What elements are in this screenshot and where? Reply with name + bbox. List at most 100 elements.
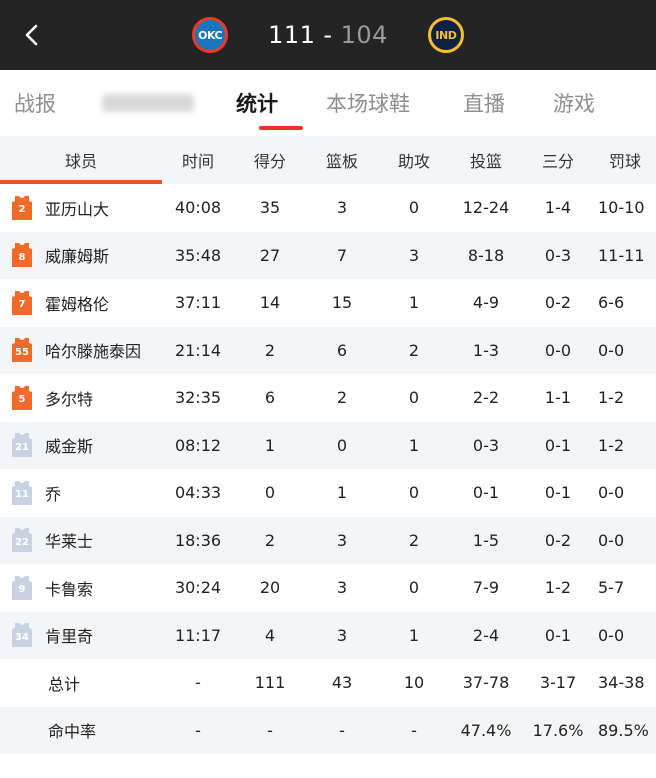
- table-row[interactable]: 55 哈尔滕施泰因 21:14 2 6 2 1-3 0-0 0-0: [0, 326, 656, 374]
- player-time: 30:24: [174, 578, 222, 598]
- player-three-pointers: 1-2: [544, 578, 572, 598]
- player-cell[interactable]: 34 肯里奇: [0, 623, 162, 648]
- table-row[interactable]: 8 威廉姆斯 35:48 27 7 3 8-18 0-3 11-11: [0, 231, 656, 279]
- table-row[interactable]: 9 卡鲁索 30:24 20 3 0 7-9 1-2 5-7: [0, 564, 656, 612]
- player-name[interactable]: 亚历山大: [45, 196, 109, 220]
- tab-blurred-placeholder: [102, 94, 194, 112]
- player-three-pointers: 0-1: [544, 625, 572, 645]
- tab-stats-label: 统计: [236, 92, 278, 116]
- home-team-logo[interactable]: OKC: [192, 17, 229, 53]
- player-three-pointers: 1-4: [544, 198, 572, 218]
- table-row[interactable]: 22 华莱士 18:36 2 3 2 1-5 0-2 0-0: [0, 516, 656, 564]
- totals-time: -: [195, 673, 201, 693]
- header-time[interactable]: 时间: [162, 148, 234, 172]
- player-free-throws: 1-2: [598, 435, 625, 455]
- player-cell[interactable]: 21 威金斯: [0, 433, 162, 458]
- table-row[interactable]: 2 亚历山大 40:08 35 3 0 12-24 1-4 10-10: [0, 184, 656, 232]
- away-team-logo[interactable]: IND: [427, 17, 464, 53]
- player-points: 2: [264, 340, 276, 360]
- jersey-number: 7: [18, 299, 26, 311]
- jersey-number: 5: [18, 394, 26, 406]
- tab-sneakers[interactable]: 本场球鞋: [326, 70, 463, 136]
- player-points: 1: [264, 435, 276, 455]
- player-assists: 0: [408, 578, 420, 598]
- player-rebounds: 6: [336, 340, 348, 360]
- header-field-goals[interactable]: 投篮: [450, 148, 522, 172]
- player-cell[interactable]: 22 华莱士: [0, 528, 162, 553]
- player-field-goals: 1-5: [472, 530, 500, 550]
- player-name[interactable]: 哈尔滕施泰因: [45, 338, 141, 362]
- table-row[interactable]: 11 乔 04:33 0 1 0 0-1 0-1 0-0: [0, 469, 656, 517]
- jersey-number: 8: [18, 251, 26, 263]
- header-assists[interactable]: 助攻: [378, 148, 450, 172]
- player-name[interactable]: 多尔特: [45, 386, 93, 410]
- table-row[interactable]: 21 威金斯 08:12 1 0 1 0-3 0-1 1-2: [0, 421, 656, 469]
- player-assists: 1: [408, 625, 420, 645]
- player-three-pointers: 0-3: [544, 245, 572, 265]
- player-cell[interactable]: 55 哈尔滕施泰因: [0, 338, 162, 363]
- percentage-row: 命中率 - - - - 47.4% 17.6% 89.5%: [0, 706, 656, 754]
- player-cell[interactable]: 8 威廉姆斯: [0, 243, 162, 268]
- player-cell[interactable]: 2 亚历山大: [0, 195, 162, 220]
- player-time: 40:08: [174, 198, 222, 218]
- table-header: 球员 时间 得分 篮板 助攻 投篮 三分 罚球: [0, 136, 656, 184]
- tab-blurred[interactable]: [98, 70, 236, 136]
- player-time: 18:36: [174, 530, 222, 550]
- player-name[interactable]: 肯里奇: [45, 623, 93, 647]
- percentage-rebounds: -: [339, 720, 345, 740]
- player-cell[interactable]: 9 卡鲁索: [0, 575, 162, 600]
- tab-games-label: 游戏: [553, 92, 595, 116]
- player-name[interactable]: 卡鲁索: [45, 576, 93, 600]
- totals-label: 总计: [48, 674, 81, 694]
- player-three-pointers: 0-0: [544, 340, 572, 360]
- player-free-throws: 11-11: [598, 245, 645, 265]
- away-team-logo-text: IND: [435, 28, 457, 42]
- player-cell[interactable]: 7 霍姆格伦: [0, 290, 162, 315]
- player-points: 4: [264, 625, 276, 645]
- totals-row: 总计 - 111 43 10 37-78 3-17 34-38: [0, 659, 656, 707]
- header-free-throws[interactable]: 罚球: [594, 148, 656, 172]
- jersey-number: 34: [15, 631, 29, 643]
- player-name[interactable]: 威廉姆斯: [45, 243, 109, 267]
- player-free-throws: 0-0: [598, 483, 625, 503]
- percentage-label: 命中率: [48, 722, 97, 742]
- player-name[interactable]: 威金斯: [45, 433, 93, 457]
- score-separator: -: [323, 21, 333, 49]
- player-name[interactable]: 乔: [45, 481, 61, 505]
- table-row[interactable]: 34 肯里奇 11:17 4 3 1 2-4 0-1 0-0: [0, 611, 656, 659]
- home-team-logo-text: OKC: [198, 28, 223, 42]
- percentage-three-pointers: 17.6%: [532, 720, 584, 740]
- table-row[interactable]: 7 霍姆格伦 37:11 14 15 1 4-9 0-2 6-6: [0, 279, 656, 327]
- table-row[interactable]: 5 多尔特 32:35 6 2 0 2-2 1-1 1-2: [0, 374, 656, 422]
- header-rebounds[interactable]: 篮板: [306, 148, 378, 172]
- back-button[interactable]: [12, 0, 52, 70]
- header-player[interactable]: 球员: [0, 148, 162, 172]
- jersey-icon: 11: [12, 480, 32, 505]
- player-points: 35: [259, 198, 281, 218]
- player-cell[interactable]: 5 多尔特: [0, 385, 162, 410]
- scoreboard: OKC 111-104 IND: [192, 17, 464, 53]
- score: 111-104: [268, 21, 388, 49]
- header-points[interactable]: 得分: [234, 148, 306, 172]
- player-name[interactable]: 霍姆格伦: [45, 291, 109, 315]
- player-field-goals: 0-1: [472, 483, 500, 503]
- tab-report-label: 战报: [14, 92, 56, 116]
- player-cell[interactable]: 11 乔: [0, 480, 162, 505]
- player-rebounds: 15: [331, 293, 353, 313]
- player-free-throws: 10-10: [598, 198, 645, 218]
- player-stats-table: 球员 时间 得分 篮板 助攻 投篮 三分 罚球 2 亚历山大 40:08 35 3 0 12…: [0, 136, 656, 754]
- jersey-number: 22: [15, 536, 29, 548]
- tab-live[interactable]: 直播: [463, 70, 553, 136]
- player-free-throws: 0-0: [598, 625, 625, 645]
- tab-report[interactable]: 战报: [14, 70, 98, 136]
- tab-games[interactable]: 游戏: [553, 70, 623, 136]
- player-points: 20: [259, 578, 281, 598]
- player-time: 35:48: [174, 245, 222, 265]
- player-assists: 2: [408, 340, 420, 360]
- totals-points: 111: [254, 673, 286, 693]
- tab-stats[interactable]: 统计: [236, 70, 326, 136]
- player-field-goals: 7-9: [472, 578, 500, 598]
- player-field-goals: 2-2: [472, 388, 500, 408]
- header-three-pointers[interactable]: 三分: [522, 148, 594, 172]
- player-name[interactable]: 华莱士: [45, 528, 93, 552]
